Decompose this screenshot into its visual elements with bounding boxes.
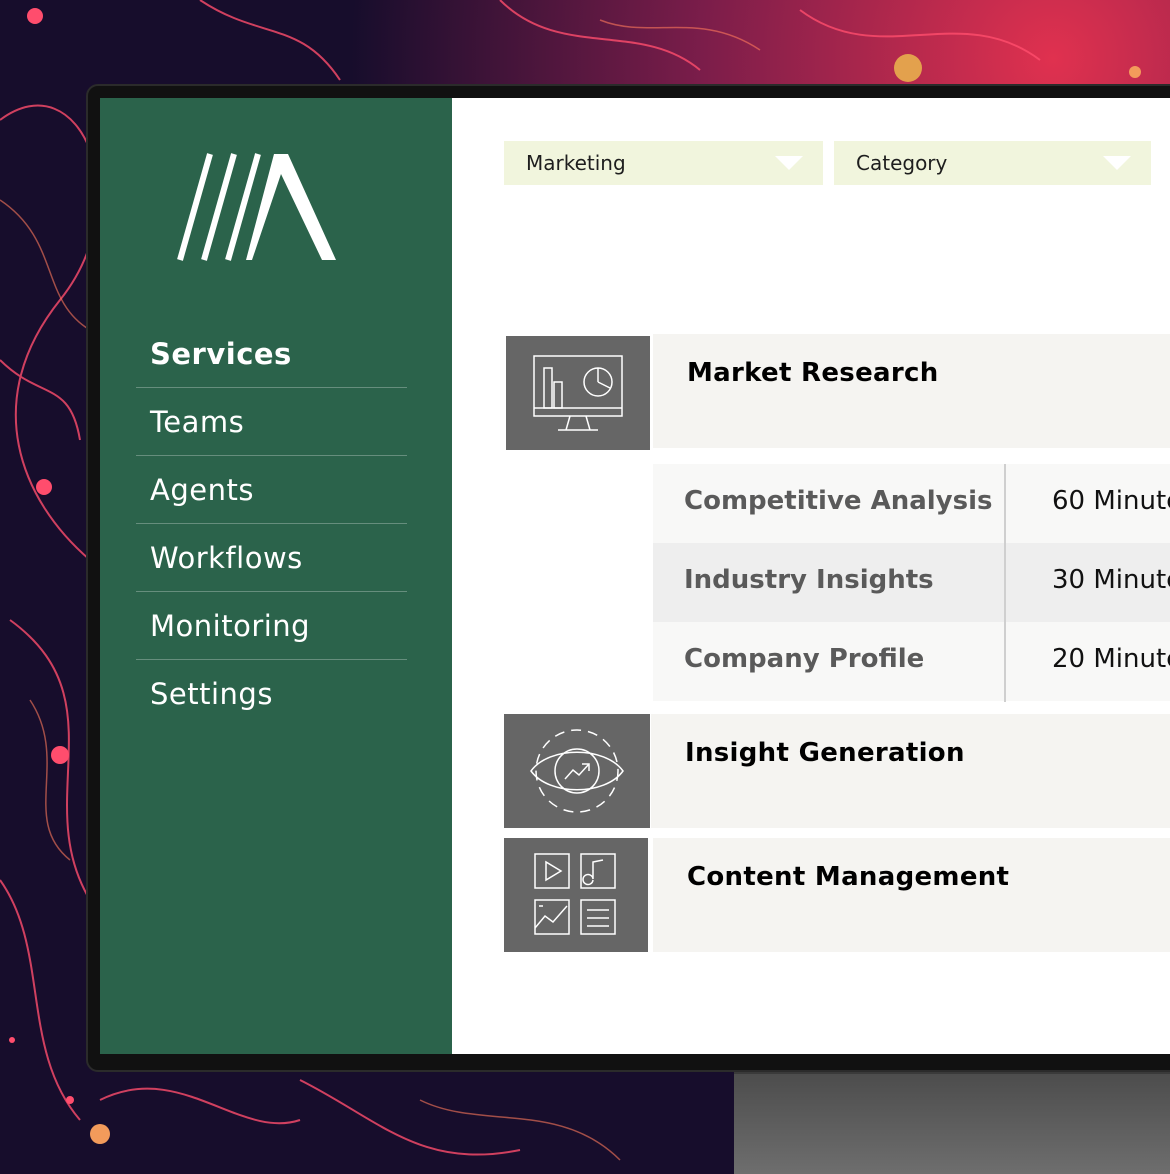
monitor-chart-icon [506, 336, 650, 450]
service-title: Market Research [687, 358, 939, 388]
brand-logo [177, 153, 336, 261]
service-row-insight-generation[interactable]: Insight Generation [651, 714, 1170, 828]
sidebar-item-services[interactable]: Services [136, 320, 407, 388]
sidebar-nav: Services Teams Agents Workflows Monitori… [136, 320, 407, 728]
sidebar-item-teams[interactable]: Teams [136, 388, 407, 456]
monitor-stand [734, 1066, 1170, 1174]
sidebar: Services Teams Agents Workflows Monitori… [100, 98, 452, 1054]
table-row[interactable]: Competitive Analysis 60 Minutes [653, 464, 1170, 543]
chevron-down-icon [1103, 156, 1131, 170]
subservice-name: Industry Insights [684, 565, 934, 595]
sidebar-item-monitoring[interactable]: Monitoring [136, 592, 407, 660]
department-dropdown[interactable]: Marketing [504, 141, 823, 185]
category-dropdown[interactable]: Category [834, 141, 1151, 185]
subservice-duration: 20 Minutes [1052, 644, 1170, 674]
service-row-content-management[interactable]: Content Management [653, 838, 1170, 952]
department-dropdown-value: Marketing [526, 151, 626, 175]
service-title: Content Management [687, 862, 1010, 892]
subservice-name: Competitive Analysis [684, 486, 993, 516]
subservice-table: Competitive Analysis 60 Minutes Industry… [653, 464, 1170, 702]
chevron-down-icon [775, 156, 803, 170]
subservice-duration: 30 Minutes [1052, 565, 1170, 595]
media-grid-icon [504, 838, 648, 952]
sidebar-item-settings[interactable]: Settings [136, 660, 407, 728]
table-row[interactable]: Industry Insights 30 Minutes [653, 543, 1170, 622]
sidebar-item-agents[interactable]: Agents [136, 456, 407, 524]
service-row-market-research[interactable]: Market Research [653, 334, 1170, 448]
app-screen: Services Teams Agents Workflows Monitori… [100, 98, 1170, 1054]
eye-trend-icon [504, 714, 650, 828]
table-row[interactable]: Company Profile 20 Minutes [653, 622, 1170, 701]
service-title: Insight Generation [685, 738, 965, 768]
category-dropdown-value: Category [856, 151, 948, 175]
column-divider [1004, 464, 1006, 702]
subservice-duration: 60 Minutes [1052, 486, 1170, 516]
sidebar-item-workflows[interactable]: Workflows [136, 524, 407, 592]
subservice-name: Company Profile [684, 644, 925, 674]
